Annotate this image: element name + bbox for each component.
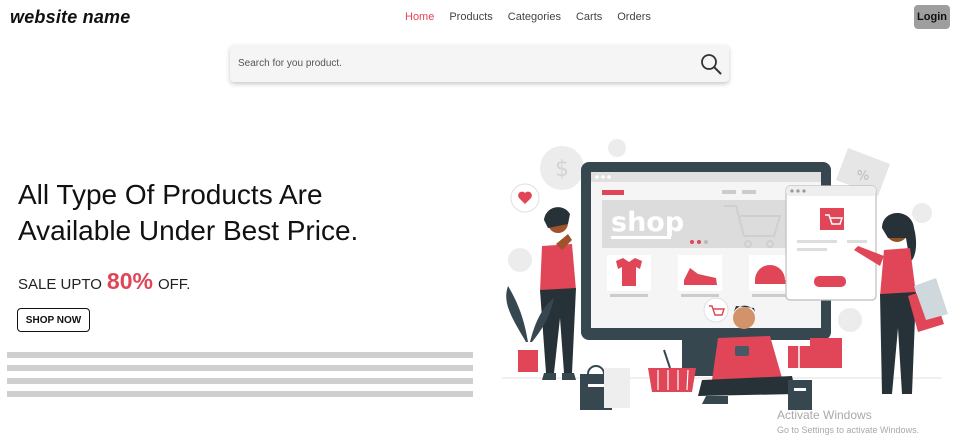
watermark-title: Activate Windows	[777, 408, 872, 422]
login-button[interactable]: Login	[914, 5, 950, 29]
stripe	[7, 391, 473, 397]
product-popup-card	[785, 185, 877, 301]
sale-line: SALE UPTO 80% OFF.	[18, 268, 190, 295]
stripe	[7, 378, 473, 384]
shop-now-button[interactable]: SHOP NOW	[17, 308, 90, 332]
brand-logo[interactable]: website name	[10, 7, 130, 28]
coin-icon	[912, 203, 932, 223]
decorative-stripes	[7, 352, 473, 404]
svg-text:$: $	[555, 157, 569, 182]
nav-link-orders[interactable]: Orders	[617, 11, 651, 23]
search-input[interactable]	[230, 45, 690, 82]
shopping-illustration: $ % shop	[502, 139, 948, 410]
coin-icon	[508, 248, 532, 272]
stripe	[7, 365, 473, 371]
coin-icon: $	[540, 146, 584, 190]
shop-banner-text: shop	[611, 207, 684, 238]
stripe	[7, 352, 473, 358]
nav-links: Home Products Categories Carts Orders	[405, 11, 651, 23]
sale-suffix: OFF.	[157, 276, 191, 293]
windows-activation-watermark: Activate Windows Go to Settings to activ…	[777, 408, 919, 435]
coin-icon	[838, 308, 862, 332]
nav-link-carts[interactable]: Carts	[576, 11, 602, 23]
nav-link-home[interactable]: Home	[405, 11, 434, 23]
nav-link-categories[interactable]: Categories	[508, 11, 561, 23]
svg-text:%: %	[857, 169, 869, 184]
shopping-bag-icon	[788, 380, 812, 410]
navbar: website name Home Products Categories Ca…	[0, 0, 960, 36]
sale-percent: 80%	[106, 268, 153, 294]
search-bar	[230, 45, 729, 82]
woman-left-figure	[540, 207, 576, 380]
sale-prefix: SALE UPTO	[18, 276, 102, 293]
search-icon[interactable]	[700, 53, 722, 75]
shopping-bag-icon	[580, 365, 630, 410]
watermark-subtitle: Go to Settings to activate Windows.	[777, 425, 920, 435]
coin-icon	[608, 139, 626, 157]
nav-link-products[interactable]: Products	[449, 11, 492, 23]
heart-bubble-icon	[510, 183, 540, 213]
gift-box-icon	[788, 338, 842, 368]
cart-bubble-icon	[703, 297, 729, 323]
hero-title: All Type Of Products Are Available Under…	[18, 179, 359, 246]
